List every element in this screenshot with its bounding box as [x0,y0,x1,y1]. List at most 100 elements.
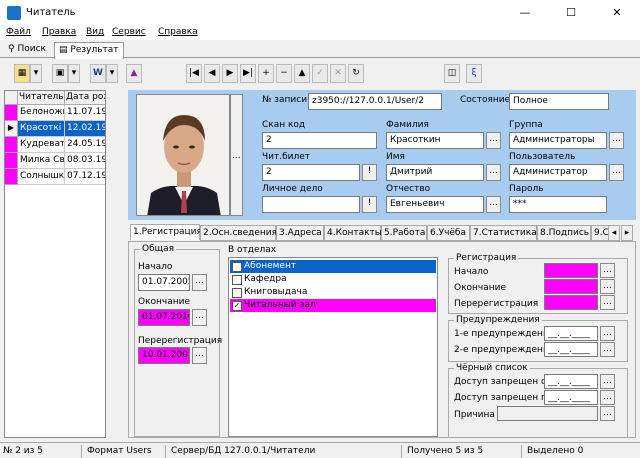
ban-to-picker[interactable]: ... [600,390,615,405]
start-date-picker[interactable]: ... [192,274,207,291]
delete-record-button[interactable]: − [276,64,292,83]
list-item[interactable]: Абонемент [230,260,436,273]
surname-picker-button[interactable]: ... [486,132,501,149]
warn2-picker[interactable]: ... [600,342,615,357]
end-date-field[interactable]: 01.07.2010 [138,309,190,326]
name-picker-button[interactable]: ... [486,164,501,181]
minimize-button[interactable]: — [502,0,548,26]
cell-reader[interactable]: Белоножк [18,105,65,121]
tab-addresses[interactable]: 3.Адреса [276,225,324,241]
cancel-button[interactable]: ✕ [330,64,346,83]
cell-birthdate[interactable]: 07.12.197 [65,169,105,185]
photo-more-button[interactable]: ... [230,94,243,216]
grid-header-birthdate[interactable]: Дата рож [65,91,105,105]
cell-reader[interactable]: Милка Св [18,153,65,169]
table-row[interactable]: Кудреват 24.05.198 [5,137,105,153]
word-icon[interactable]: W [90,64,106,83]
cell-birthdate[interactable]: 12.02.197 [65,121,105,137]
warn2-field[interactable]: __.__.____ [544,342,598,357]
table-row[interactable]: Солнышко 07.12.197 [5,169,105,185]
list-item[interactable]: Книговыдача [230,286,436,299]
list-item[interactable]: Кафедра [230,273,436,286]
scan-field[interactable]: 2 [262,132,377,149]
last-record-button[interactable]: ▶| [240,64,256,83]
ban-from-picker[interactable]: ... [600,374,615,389]
rereg-date-picker[interactable]: ... [192,347,207,364]
reg-end-field[interactable] [544,279,598,294]
library-icon[interactable]: ▲ [126,64,142,83]
ticket-action-button[interactable]: ! [362,164,377,181]
cell-reader[interactable]: Солнышко [18,169,65,185]
file-action-button[interactable]: ! [362,196,377,213]
table-row[interactable]: ▶ Красоткі 12.02.197 [5,121,105,137]
user-field[interactable]: Администратор [509,164,607,181]
name-field[interactable]: Дмитрий [386,164,484,181]
save-dropdown-icon[interactable]: ▾ [68,64,80,83]
cell-reader[interactable]: Красоткі [18,121,65,137]
user-picker-button[interactable]: ... [609,164,624,181]
reg-start-picker[interactable]: ... [600,263,615,278]
tab-study[interactable]: 6.Учёба [427,225,470,241]
group-picker-button[interactable]: ... [609,132,624,149]
cell-birthdate[interactable]: 11.07.198 [65,105,105,121]
table-row[interactable]: Белоножк 11.07.198 [5,105,105,121]
next-record-button[interactable]: ▶ [222,64,238,83]
menu-help[interactable]: Справка [158,27,198,37]
notebook-dropdown-icon[interactable]: ▾ [30,64,42,83]
patronymic-picker-button[interactable]: ... [486,196,501,213]
first-record-button[interactable]: |◀ [186,64,202,83]
menu-file[interactable]: Файл [6,27,31,37]
record-no-field[interactable]: z3950://127.0.0.1/User/2 [308,93,442,110]
tab-contacts[interactable]: 4.Контакты [324,225,382,241]
help-icon[interactable]: ξ [466,64,482,83]
tab-signature[interactable]: 8.Подпись [537,225,591,241]
maximize-button[interactable]: ☐ [548,0,594,26]
add-record-button[interactable]: + [258,64,274,83]
checkbox[interactable] [232,275,242,285]
cell-reader[interactable]: Кудреват [18,137,65,153]
splitter[interactable] [109,90,126,438]
menu-view[interactable]: Вид [86,27,104,37]
ticket-field[interactable]: 2 [262,164,360,181]
group-field[interactable]: Администраторы [509,132,607,149]
post-button[interactable]: ✓ [312,64,328,83]
patronymic-field[interactable]: Евгеньевич [386,196,484,213]
tab-search[interactable]: ⚲ Поиск [4,42,50,58]
checkbox-checked[interactable]: ✓ [232,301,242,311]
save-icon[interactable]: ▣ [52,64,68,83]
state-field[interactable]: Полное [509,93,609,110]
refresh-button[interactable]: ↻ [348,64,364,83]
file-field[interactable] [262,196,360,213]
ban-to-field[interactable]: __.__.____ [544,390,598,405]
reason-field[interactable] [497,406,598,421]
reg-end-picker[interactable]: ... [600,279,615,294]
rereg-date-field[interactable]: 10.01.2007 [138,347,190,364]
checkbox[interactable] [232,262,242,272]
reg-rereg-field[interactable] [544,295,598,310]
password-field[interactable]: *** [509,196,607,213]
word-dropdown-icon[interactable]: ▾ [106,64,118,83]
list-item[interactable]: ✓ Читальный зал [230,299,436,312]
tab-basic-info[interactable]: 2.Осн.сведения [200,225,277,241]
cell-birthdate[interactable]: 24.05.198 [65,137,105,153]
ban-from-field[interactable]: __.__.____ [544,374,598,389]
start-date-field[interactable]: 01.07.2005 [138,274,190,291]
tab-work[interactable]: 5.Работа [381,225,427,241]
tab-scroll-right-icon[interactable]: ▸ [621,225,633,241]
warn1-field[interactable]: __.__.____ [544,326,598,341]
checkbox[interactable] [232,288,242,298]
reg-start-field[interactable] [544,263,598,278]
grid-header-reader[interactable]: Читатель [18,91,65,105]
menu-edit[interactable]: Правка [42,27,76,37]
notebook-icon[interactable]: ▦ [14,64,30,83]
table-row[interactable]: Милка Св 08.03.198 [5,153,105,169]
up-button[interactable]: ▲ [294,64,310,83]
cell-birthdate[interactable]: 08.03.198 [65,153,105,169]
menu-service[interactable]: Сервис [112,27,146,37]
tab-result[interactable]: ▤ Результат [54,42,124,59]
tab-statistics[interactable]: 7.Статистика [470,225,537,241]
reason-picker[interactable]: ... [600,406,615,421]
reg-rereg-picker[interactable]: ... [600,295,615,310]
layout-icon[interactable]: ◫ [444,64,460,83]
tab-registration[interactable]: 1.Регистрация [130,224,202,240]
